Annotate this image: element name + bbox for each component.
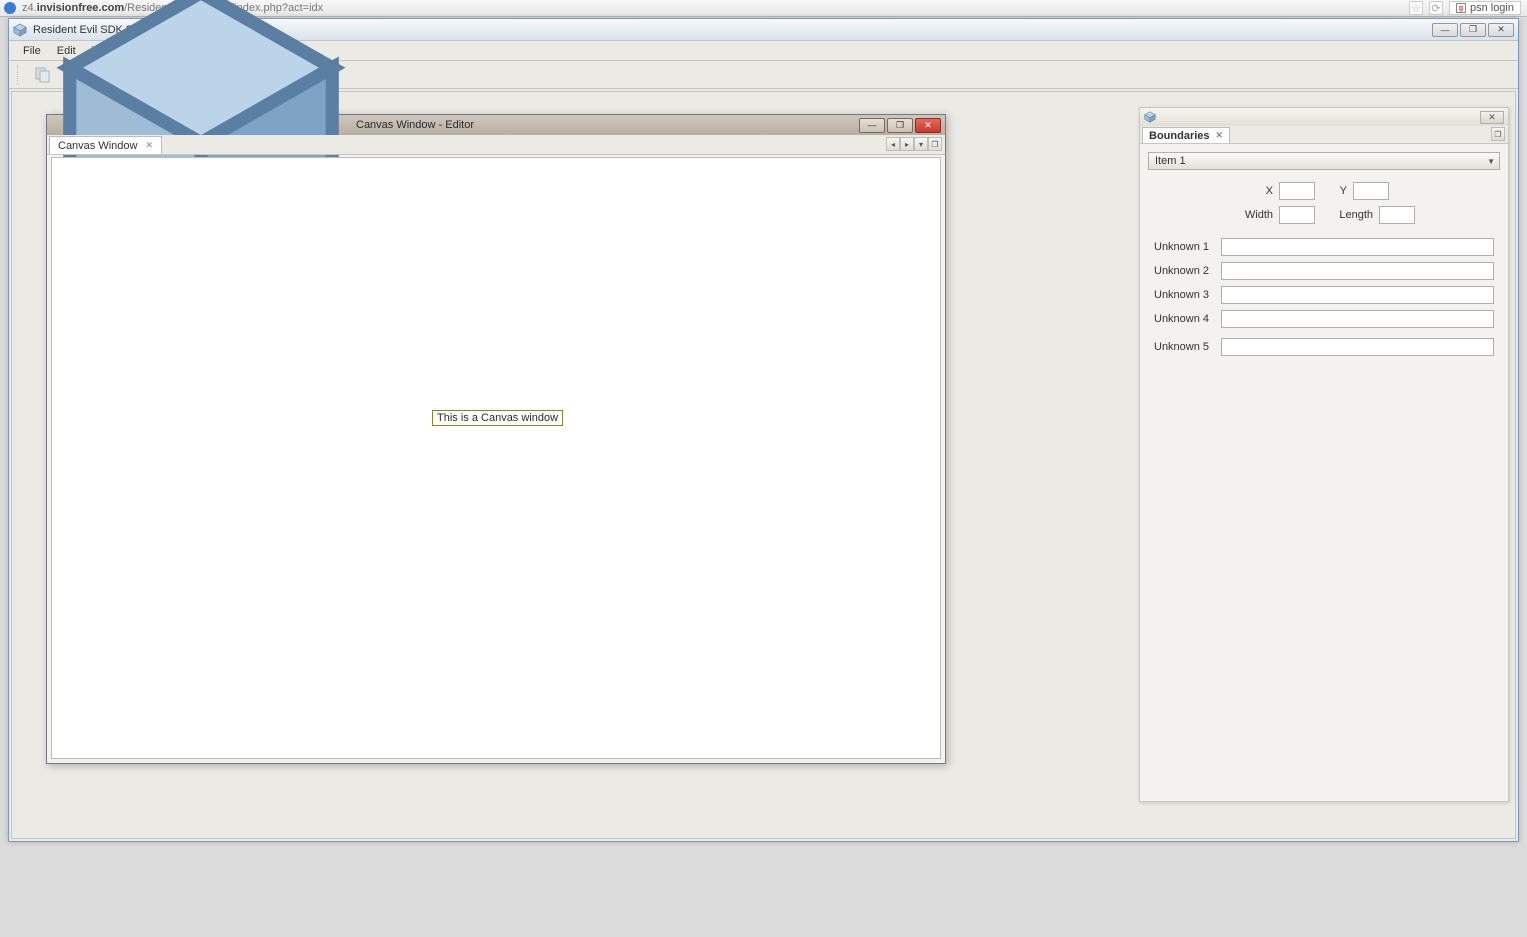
label-unknown2: Unknown 2 [1154, 265, 1213, 277]
input-unknown3[interactable] [1221, 286, 1494, 304]
tabs-dropdown-icon[interactable]: ▾ [914, 137, 928, 151]
input-y[interactable] [1353, 182, 1389, 200]
maximize-tab-icon[interactable]: ❐ [928, 137, 942, 151]
label-x: X [1259, 185, 1273, 197]
app-icon [13, 23, 27, 37]
panel-close-button[interactable]: ✕ [1480, 111, 1504, 124]
favorite-icon[interactable]: ☆ [1409, 1, 1423, 15]
menu-file[interactable]: File [15, 43, 49, 59]
panel-tabstrip: Boundaries ✕ ❐ [1140, 126, 1508, 144]
input-width[interactable] [1279, 206, 1315, 224]
canvas-titlebar[interactable]: Canvas Window - Editor — ❐ ✕ [47, 115, 945, 135]
boundaries-tab[interactable]: Boundaries ✕ [1142, 127, 1230, 143]
canvas-window-title: Canvas Window - Editor [356, 119, 474, 131]
browser-tab-label: psn login [1470, 2, 1514, 14]
canvas-editor-window: Canvas Window - Editor — ❐ ✕ Canvas Wind… [46, 114, 946, 764]
boundaries-tab-label: Boundaries [1149, 130, 1210, 142]
workspace: Canvas Window - Editor — ❐ ✕ Canvas Wind… [11, 91, 1516, 839]
boundaries-panel: ✕ Boundaries ✕ ❐ Item 1 ▼ [1139, 107, 1509, 802]
browser-tab-second[interactable]: g psn login [1449, 1, 1521, 15]
google-icon: g [1456, 3, 1466, 13]
canvas-content-label: This is a Canvas window [432, 410, 563, 426]
app-minimize-button[interactable]: — [1432, 23, 1458, 37]
label-y: Y [1333, 185, 1347, 197]
panel-icon [1144, 111, 1156, 123]
maximize-tab-icon[interactable]: ❐ [1491, 127, 1505, 141]
input-unknown2[interactable] [1221, 262, 1494, 280]
input-unknown1[interactable] [1221, 238, 1494, 256]
panel-header[interactable]: ✕ [1140, 108, 1508, 126]
label-width: Width [1233, 209, 1273, 221]
scroll-right-icon[interactable]: ▸ [900, 137, 914, 151]
input-length[interactable] [1379, 206, 1415, 224]
canvas-maximize-button[interactable]: ❐ [887, 118, 913, 133]
canvas-tab[interactable]: Canvas Window ✕ [49, 136, 162, 154]
page-icon [4, 2, 16, 14]
toolbar-grip [17, 65, 22, 85]
input-unknown5[interactable] [1221, 338, 1494, 356]
canvas-tabstrip: Canvas Window ✕ ◂ ▸ ▾ ❐ [47, 135, 945, 155]
input-x[interactable] [1279, 182, 1315, 200]
item-select[interactable]: Item 1 ▼ [1148, 152, 1500, 170]
panel-body: Item 1 ▼ X Y [1144, 148, 1504, 797]
chevron-down-icon: ▼ [1487, 157, 1495, 166]
reload-icon[interactable]: ⟳ [1429, 1, 1443, 15]
app-maximize-button[interactable]: ❐ [1460, 23, 1486, 37]
scroll-left-icon[interactable]: ◂ [886, 137, 900, 151]
app-window: Resident Evil SDK 201204101705 — ❐ ✕ Fil… [8, 18, 1519, 842]
input-unknown4[interactable] [1221, 310, 1494, 328]
canvas-area[interactable]: This is a Canvas window [51, 157, 941, 759]
canvas-minimize-button[interactable]: — [859, 118, 885, 133]
label-unknown3: Unknown 3 [1154, 289, 1213, 301]
label-unknown1: Unknown 1 [1154, 241, 1213, 253]
label-unknown5: Unknown 5 [1154, 341, 1213, 353]
label-unknown4: Unknown 4 [1154, 313, 1213, 325]
close-tab-icon[interactable]: ✕ [1216, 130, 1224, 141]
canvas-tab-label: Canvas Window [58, 140, 137, 152]
app-close-button[interactable]: ✕ [1488, 23, 1514, 37]
label-length: Length [1333, 209, 1373, 221]
item-select-value: Item 1 [1155, 155, 1186, 167]
close-tab-icon[interactable]: ✕ [145, 140, 153, 151]
canvas-close-button[interactable]: ✕ [915, 118, 941, 133]
